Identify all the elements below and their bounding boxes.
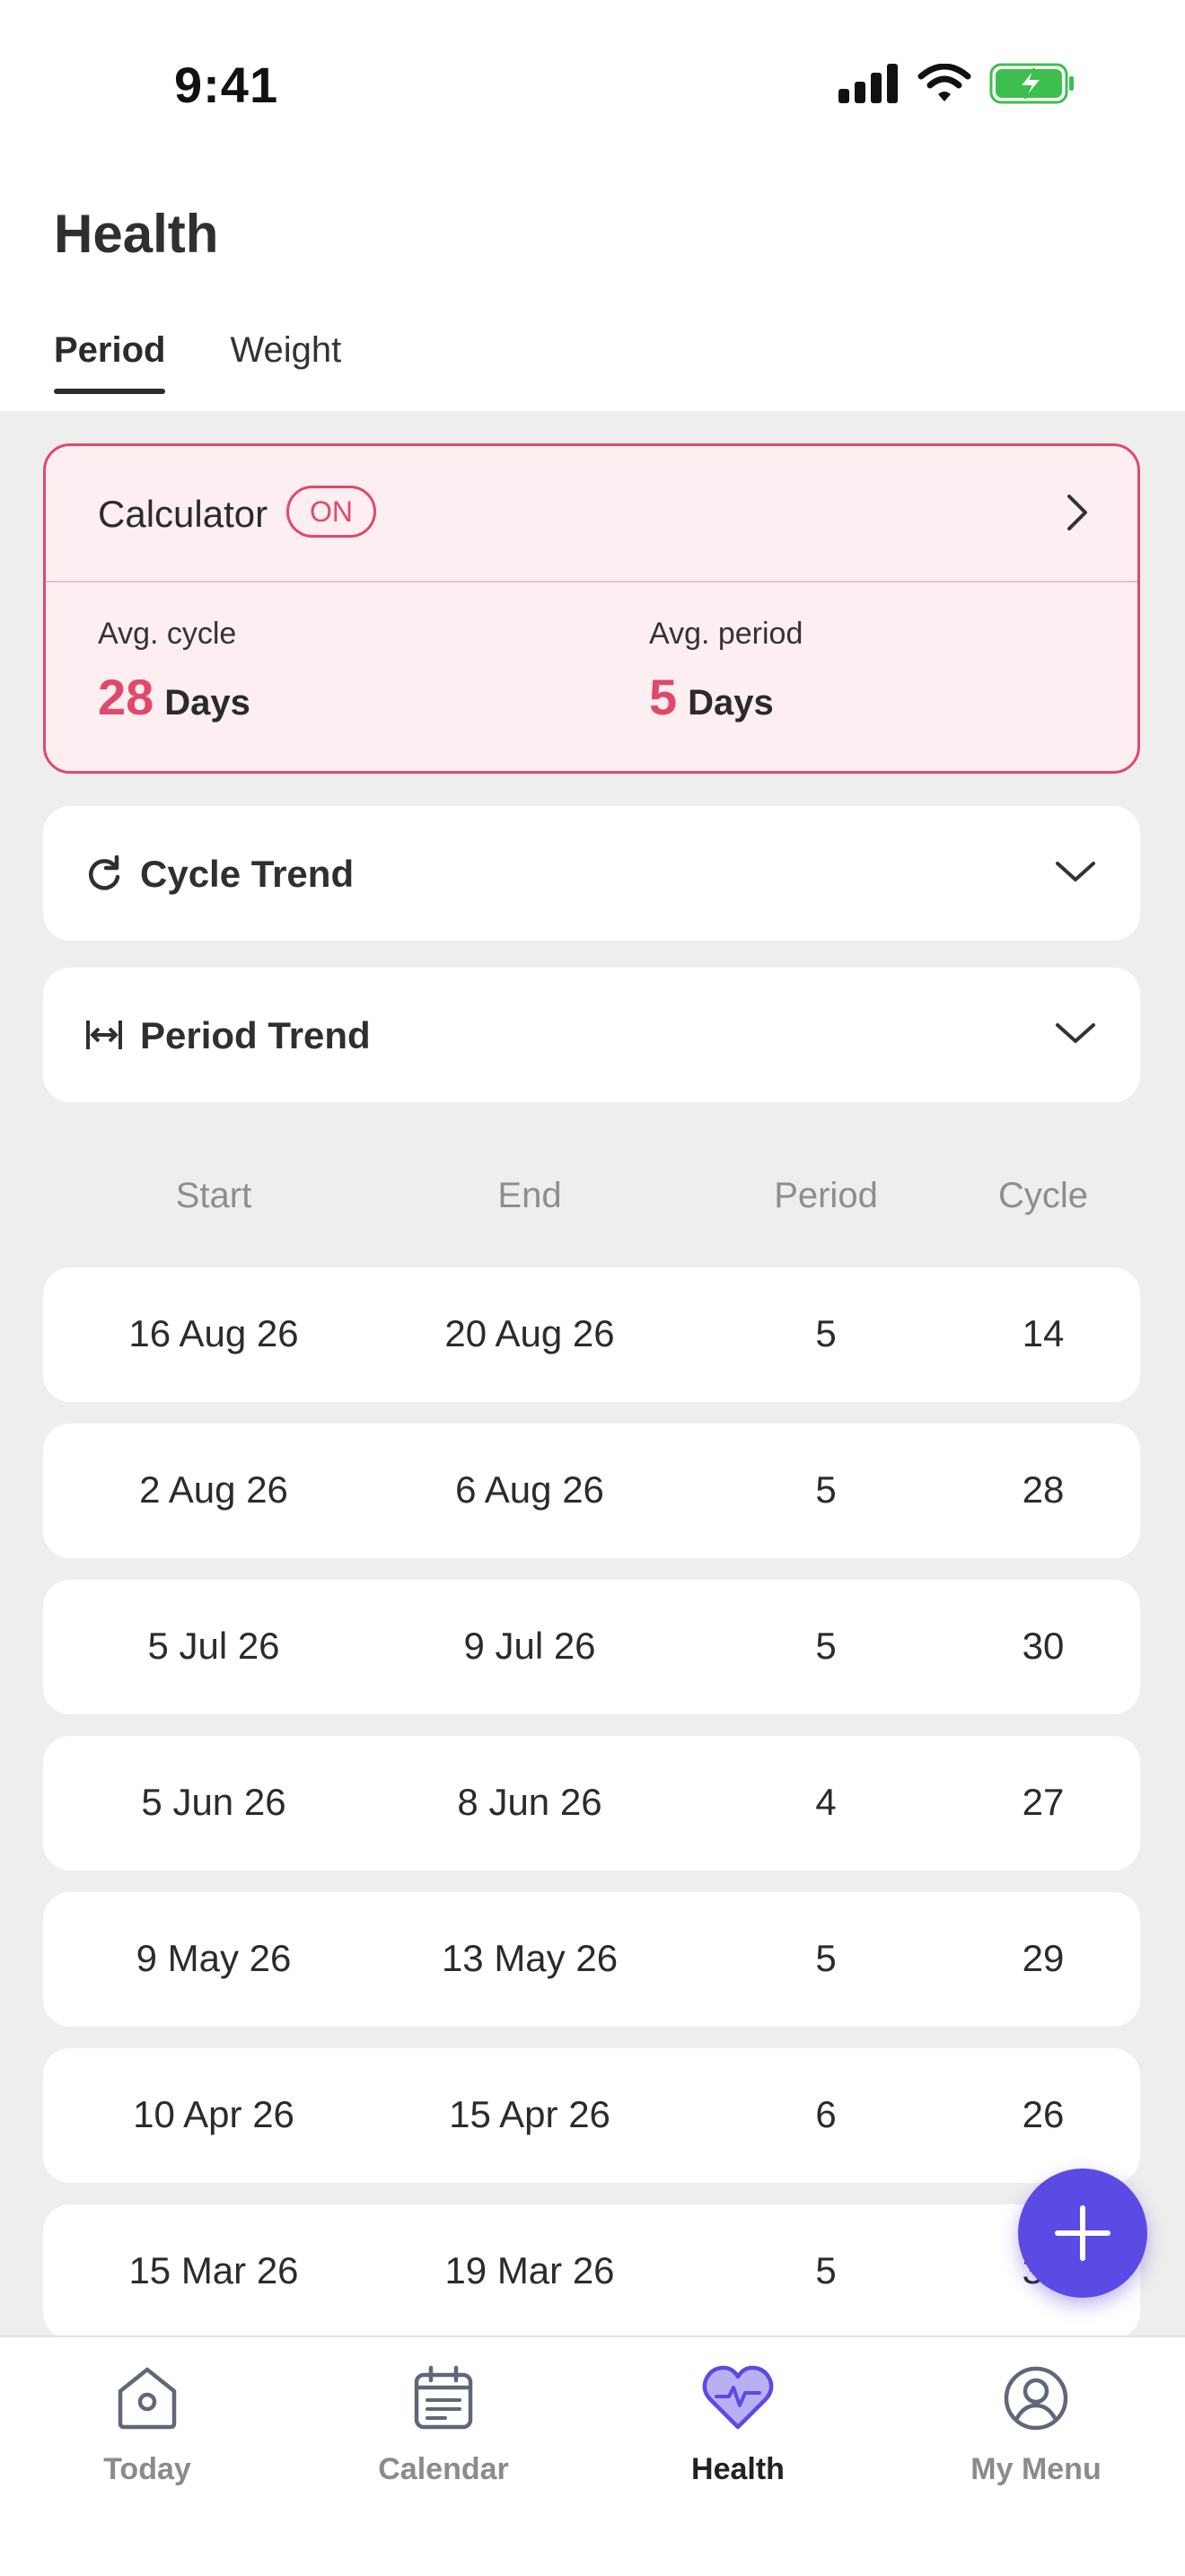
cell-period: 4 [815, 1781, 837, 1823]
table-row[interactable]: 2 Aug 26 6 Aug 26 5 28 [43, 1424, 1140, 1558]
cell-period: 5 [815, 1625, 837, 1667]
cell-cycle: 27 [1022, 1781, 1065, 1823]
column-header-start: Start [175, 1176, 252, 1215]
table-row[interactable]: 9 May 26 13 May 26 5 29 [43, 1892, 1140, 2027]
cell-start: 10 Apr 26 [133, 2093, 294, 2135]
cell-period: 5 [815, 2249, 837, 2291]
page-header: Health Period Weight [0, 171, 1185, 411]
cell-end: 9 Jul 26 [463, 1625, 596, 1667]
calculator-header[interactable]: Calculator ON [46, 446, 1137, 583]
tab-bar: Period Weight [54, 330, 341, 394]
cell-cycle: 14 [1022, 1312, 1065, 1354]
nav-label-health: Health [691, 2452, 785, 2486]
cell-end: 13 May 26 [441, 1937, 619, 1979]
plus-icon [1055, 2205, 1110, 2261]
content-area: Calculator ON Avg. cycle 28 Days Avg. per… [0, 411, 1185, 2335]
avg-period-unit: Days [688, 683, 774, 723]
table-row[interactable]: 16 Aug 26 20 Aug 26 5 14 [43, 1267, 1140, 1402]
status-time: 9:41 [174, 57, 279, 113]
status-badge: ON [286, 486, 376, 538]
table-row[interactable]: 15 Mar 26 19 Mar 26 5 31 [43, 2204, 1140, 2335]
cell-end: 8 Jun 26 [457, 1781, 602, 1823]
tab-weight[interactable]: Weight [230, 330, 341, 394]
table-row[interactable]: 5 Jun 26 8 Jun 26 4 27 [43, 1736, 1140, 1871]
add-record-button[interactable] [1018, 2169, 1147, 2298]
cell-end: 20 Aug 26 [444, 1312, 615, 1354]
cell-start: 15 Mar 26 [128, 2249, 299, 2291]
cell-period: 5 [815, 1937, 837, 1979]
nav-label-my-menu: My Menu [970, 2452, 1102, 2486]
cell-period: 5 [815, 1468, 837, 1511]
cell-period: 6 [815, 2093, 837, 2135]
nav-item-today[interactable]: Today [31, 2361, 264, 2487]
cycle-trend-card[interactable]: Cycle Trend [43, 806, 1140, 941]
avg-period-label: Avg. period [649, 617, 803, 651]
nav-label-today: Today [103, 2452, 191, 2486]
cell-end: 6 Aug 26 [455, 1468, 604, 1511]
status-icons [838, 63, 1075, 104]
cell-start: 16 Aug 26 [128, 1312, 299, 1354]
chevron-down-icon [1056, 862, 1095, 881]
cell-cycle: 26 [1022, 2093, 1065, 2135]
home-icon [118, 2367, 177, 2430]
cell-end: 15 Apr 26 [449, 2093, 610, 2135]
signal-icon [838, 64, 898, 103]
column-header-end: End [497, 1176, 562, 1215]
cell-cycle: 28 [1022, 1468, 1065, 1511]
wifi-icon [917, 64, 971, 101]
calculator-title: Calculator [98, 493, 268, 535]
avg-cycle-label: Avg. cycle [98, 617, 237, 651]
nav-item-my-menu[interactable]: My Menu [919, 2361, 1153, 2487]
nav-item-health[interactable]: Health [621, 2361, 855, 2487]
table-row[interactable]: 10 Apr 26 15 Apr 26 6 26 [43, 2048, 1140, 2183]
nav-item-calendar[interactable]: Calendar [327, 2361, 560, 2487]
chevron-down-icon [1056, 1023, 1095, 1043]
chevron-right-icon[interactable] [1064, 493, 1091, 532]
cell-start: 5 Jul 26 [147, 1625, 280, 1667]
table-row[interactable]: 5 Jul 26 9 Jul 26 5 30 [43, 1580, 1140, 1714]
cell-end: 19 Mar 26 [444, 2249, 615, 2291]
cycle-trend-label: Cycle Trend [140, 853, 355, 895]
heart-pulse-icon [702, 2365, 774, 2430]
avg-period-value: 5 [649, 669, 678, 725]
cell-start: 2 Aug 26 [139, 1468, 288, 1511]
cell-cycle: 29 [1022, 1937, 1065, 1979]
bottom-nav: Today Calendar Health My Menu [0, 2335, 1185, 2576]
cell-period: 5 [815, 1312, 837, 1354]
refresh-icon [89, 854, 120, 890]
width-arrows-icon [86, 1021, 122, 1049]
avg-cycle-unit: Days [164, 683, 250, 723]
period-trend-card[interactable]: Period Trend [43, 968, 1140, 1102]
avg-cycle-value: 28 [98, 669, 154, 725]
tab-period[interactable]: Period [54, 330, 166, 394]
column-header-cycle: Cycle [997, 1176, 1089, 1215]
avg-cycle-stat: Avg. cycle 28 Days [98, 617, 250, 726]
cell-start: 5 Jun 26 [141, 1781, 286, 1823]
period-trend-label: Period Trend [140, 1014, 371, 1056]
status-bar: 9:41 [0, 0, 1185, 171]
column-header-period: Period [774, 1176, 878, 1215]
cell-start: 9 May 26 [136, 1937, 292, 1979]
calculator-card[interactable]: Calculator ON Avg. cycle 28 Days Avg. per… [43, 443, 1140, 774]
avg-period-stat: Avg. period 5 Days [649, 617, 803, 726]
cell-cycle: 30 [1022, 1625, 1065, 1667]
table-header: Start End Period Cycle [43, 1176, 1140, 1230]
calendar-icon [414, 2365, 473, 2430]
battery-charging-icon [989, 63, 1074, 104]
page-title: Health [54, 204, 219, 264]
nav-label-calendar: Calendar [378, 2452, 509, 2486]
user-circle-icon [1004, 2366, 1068, 2431]
